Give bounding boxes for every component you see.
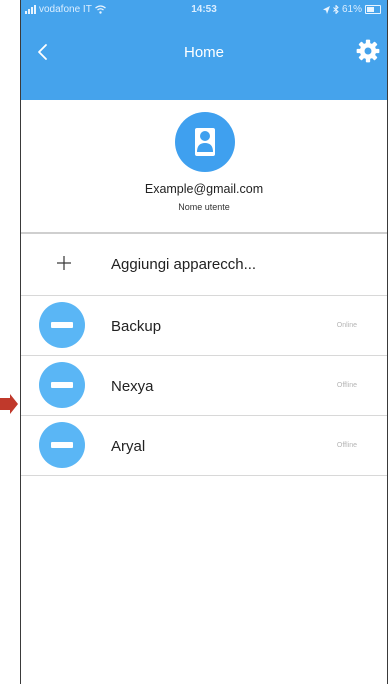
page-title: Home <box>183 44 224 61</box>
status-bar: vodafone IT 14:53 61% <box>21 0 387 22</box>
device-icon <box>39 302 85 348</box>
battery-percent: 61% <box>341 4 362 15</box>
device-name: Aryal <box>111 438 146 455</box>
device-row-aryal[interactable]: Aryal Offline <box>21 416 387 476</box>
device-icon <box>39 362 85 408</box>
device-row-nexya[interactable]: Nexya Offline <box>21 356 387 416</box>
device-name: Nexya <box>111 378 154 395</box>
location-icon <box>322 5 330 14</box>
avatar[interactable] <box>175 112 235 172</box>
device-row-backup[interactable]: Backup Online <box>21 296 387 356</box>
device-status: Offline <box>336 442 357 449</box>
add-device-label: Aggiungi apparecch... <box>111 256 257 273</box>
bluetooth-icon <box>333 5 339 14</box>
user-icon <box>195 128 215 156</box>
profile-section: Example@gmail.com Nome utente <box>21 100 387 230</box>
header: vodafone IT 14:53 61% Home <box>21 0 387 100</box>
device-status: Online <box>336 322 357 329</box>
profile-email: Example@gmail.com <box>144 182 264 196</box>
battery-icon <box>365 5 381 14</box>
device-status: Offline <box>336 382 357 389</box>
plus-icon <box>57 256 71 270</box>
nav-bar: Home <box>21 28 387 78</box>
add-device-button[interactable]: Aggiungi apparecch... <box>21 234 387 296</box>
screen: vodafone IT 14:53 61% Home Example@gmail… <box>0 0 390 684</box>
gear-icon[interactable] <box>355 38 381 64</box>
status-right: 61% <box>322 4 381 15</box>
device-list: Aggiungi apparecch... Backup Online Nexy… <box>21 234 387 476</box>
phone-screen: vodafone IT 14:53 61% Home Example@gmail… <box>20 0 388 684</box>
pointer-arrow-icon <box>0 394 18 414</box>
profile-username: Nome utente <box>178 202 230 212</box>
device-name: Backup <box>111 318 162 335</box>
device-icon <box>39 422 85 468</box>
